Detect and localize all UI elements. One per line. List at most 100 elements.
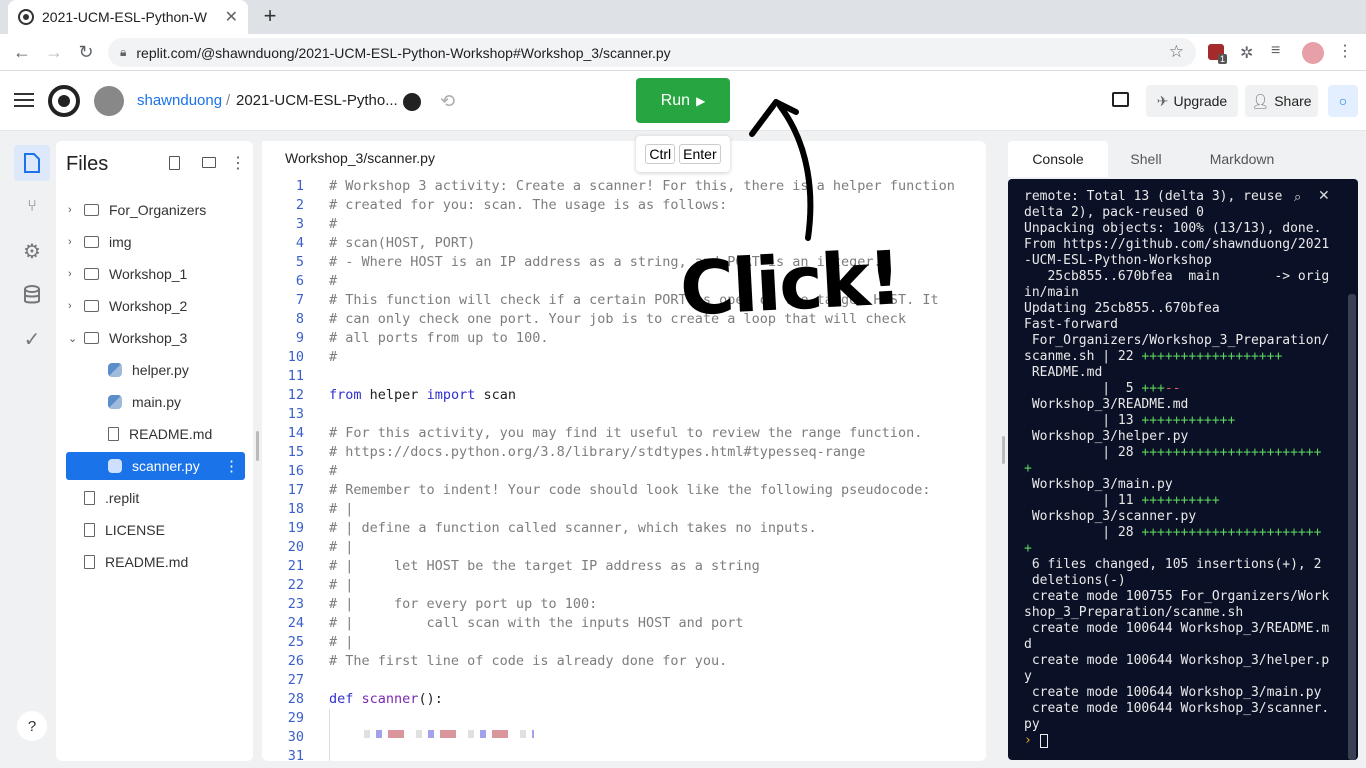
file-tree-item[interactable]: › img [66, 228, 245, 256]
replit-logo-icon[interactable] [48, 85, 80, 117]
file-tree-label: README.md [105, 554, 189, 570]
profile-avatar[interactable] [1302, 42, 1324, 64]
line-number: 20 [287, 539, 304, 555]
upgrade-button[interactable]: ✈ Upgrade [1146, 85, 1238, 117]
console-search-icon[interactable]: ⌕ [1294, 189, 1302, 205]
file-tree-item[interactable]: main.py [66, 388, 245, 416]
url-text: replit.com/@shawnduong/2021-UCM-ESL-Pyth… [136, 44, 671, 61]
upgrade-label: Upgrade [1173, 93, 1228, 109]
prompt-chevron-icon: › [1024, 733, 1032, 748]
tab-console[interactable]: Console [1008, 141, 1108, 177]
console-log: remote: Total 13 (delta 3), reuse delta 2… [1024, 189, 1344, 749]
lock-icon: 🔒︎ [120, 45, 127, 59]
repl-name[interactable]: 2021-UCM-ESL-Pytho... [236, 92, 398, 109]
puzzle-extensions-icon[interactable]: ✲ [1240, 43, 1253, 63]
file-tree-item[interactable]: ⌄ Workshop_3 [66, 324, 245, 352]
panel-resize-handle[interactable] [1002, 436, 1005, 464]
console-text: create mode 100755 For_Organizers/Work [1024, 589, 1330, 604]
redacted-code-fragment [364, 730, 534, 738]
file-tree-item[interactable]: › Workshop_1 [66, 260, 245, 288]
code-line: # | [329, 501, 354, 517]
bookmark-star-icon[interactable]: ☆ [1169, 42, 1184, 62]
browser-menu-icon[interactable]: ⋮ [1337, 41, 1353, 61]
console-close-icon[interactable]: ✕ [1318, 187, 1330, 204]
file-tree-item[interactable]: LICENSE [66, 516, 245, 544]
file-tree-item[interactable]: › For_Organizers [66, 196, 245, 224]
code-token: def [329, 691, 354, 707]
console-line: 25cb855..670bfea main -> orig [1024, 269, 1344, 285]
line-number: 26 [287, 653, 304, 669]
indent-guide [329, 709, 330, 761]
close-tab-icon[interactable]: ✕ [225, 7, 238, 27]
console-line: Updating 25cb855..670bfea [1024, 301, 1344, 317]
new-folder-icon[interactable] [202, 157, 216, 168]
address-bar[interactable]: 🔒︎ replit.com/@shawnduong/2021-UCM-ESL-P… [108, 38, 1196, 67]
add-user-icon: 👤︎ [1251, 92, 1270, 109]
code-line: # For this activity, you may find it use… [329, 425, 923, 441]
panel-resize-handle[interactable] [256, 431, 259, 461]
chevron-right-icon[interactable]: › [68, 268, 72, 280]
file-tree-item[interactable]: scanner.py ⋮ [66, 452, 245, 480]
file-options-icon[interactable]: ⋮ [224, 457, 239, 475]
history-icon[interactable]: ⟲ [440, 91, 455, 112]
forward-icon[interactable]: → [42, 40, 66, 64]
reading-list-icon[interactable]: ≡ [1271, 42, 1280, 60]
console-text: | 28 [1024, 445, 1142, 460]
console-text: README.md [1024, 365, 1103, 380]
username-link[interactable]: shawnduong [137, 92, 222, 109]
file-tree-item[interactable]: helper.py [66, 356, 245, 384]
console-line: create mode 100644 Workshop_3/helper.p [1024, 653, 1344, 669]
chevron-right-icon[interactable]: › [68, 236, 72, 248]
chevron-right-icon[interactable]: › [68, 300, 72, 312]
run-button[interactable]: Run ▶ [636, 78, 730, 123]
enter-key: Enter [679, 144, 721, 164]
code-line: # Workshop 3 activity: Create a scanner!… [329, 178, 955, 194]
breadcrumb-separator: / [226, 92, 231, 109]
line-number: 1 [295, 178, 304, 194]
file-tree-item[interactable]: › Workshop_2 [66, 292, 245, 320]
line-number: 30 [287, 729, 304, 745]
browser-tab[interactable]: 2021-UCM-ESL-Python-W ✕ [8, 0, 248, 34]
console-line: create mode 100755 For_Organizers/Work [1024, 589, 1344, 605]
settings-gear-icon[interactable]: ⚙ [14, 233, 50, 269]
editor-tab[interactable]: Workshop_3/scanner.py [262, 141, 462, 175]
chevron-down-icon[interactable]: ⌄ [68, 332, 77, 345]
version-control-icon[interactable]: ⑂ [14, 189, 50, 225]
console-line: deletions(-) [1024, 573, 1344, 589]
console-scrollbar[interactable] [1348, 294, 1356, 760]
file-tree-item[interactable]: README.md [66, 420, 245, 448]
console-prompt[interactable]: › [1024, 733, 1344, 749]
files-menu-icon[interactable]: ⋮ [230, 153, 246, 173]
line-number: 23 [287, 596, 304, 612]
database-icon[interactable] [14, 277, 50, 313]
file-tree-item[interactable]: .replit [66, 484, 245, 512]
file-icon [84, 491, 95, 505]
new-tab-button[interactable]: + [258, 4, 282, 28]
console-deletions: -- [1164, 381, 1181, 396]
files-icon[interactable] [14, 145, 50, 181]
file-tree-label: Workshop_2 [109, 298, 188, 314]
console-text: scanme.sh | 22 [1024, 349, 1142, 364]
code-area[interactable]: 1 # Workshop 3 activity: Create a scanner… [262, 175, 986, 761]
code-line: # This function will check if a certain … [329, 292, 939, 308]
code-line: # | for every port up to 100: [329, 596, 598, 612]
tab-markdown[interactable]: Markdown [1184, 141, 1300, 177]
hamburger-menu-icon[interactable] [14, 93, 34, 107]
browser-tabstrip: 2021-UCM-ESL-Python-W ✕ + [0, 0, 1366, 34]
tab-shell[interactable]: Shell [1108, 141, 1184, 177]
share-button[interactable]: 👤︎ Share [1245, 85, 1318, 117]
user-avatar[interactable] [94, 86, 124, 116]
help-button[interactable]: ? [17, 711, 47, 741]
file-tree-item[interactable]: README.md [66, 548, 245, 576]
search-button[interactable]: ○ [1328, 85, 1358, 117]
chevron-right-icon[interactable]: › [68, 204, 72, 216]
file-icon [84, 555, 95, 569]
code-line: # - Where HOST is an IP address as a str… [329, 254, 882, 270]
new-file-icon[interactable] [169, 156, 180, 170]
chat-icon[interactable] [1112, 92, 1129, 107]
checkmark-icon[interactable]: ✓ [14, 321, 50, 357]
line-number: 11 [287, 368, 304, 384]
back-icon[interactable]: ← [10, 40, 34, 64]
console-output[interactable]: remote: Total 13 (delta 3), reuse delta 2… [1008, 179, 1358, 760]
reload-icon[interactable]: ↻ [74, 40, 98, 64]
